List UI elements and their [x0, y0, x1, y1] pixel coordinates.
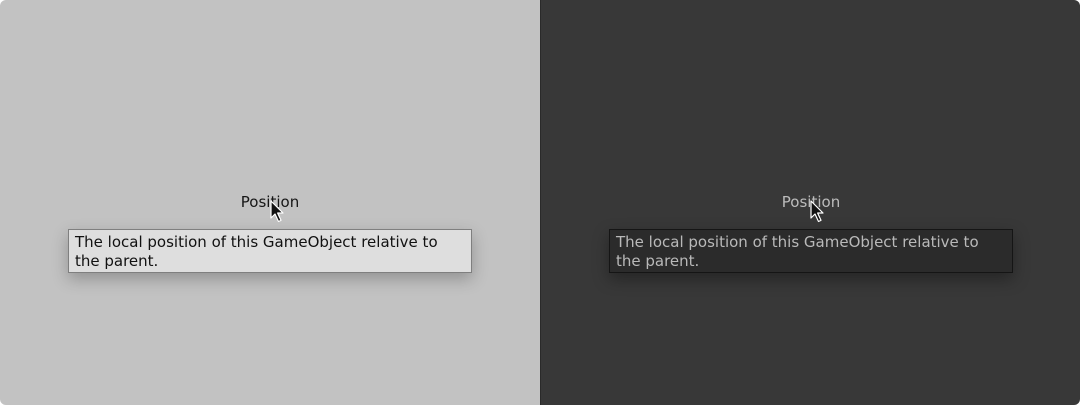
arrow-cursor-icon	[270, 200, 284, 223]
light-theme-panel: Position The local position of this Game…	[0, 0, 540, 405]
tooltip-text: The local position of this GameObject re…	[616, 233, 979, 270]
arrow-cursor-icon	[810, 200, 824, 223]
tooltip: The local position of this GameObject re…	[609, 229, 1013, 273]
dark-theme-panel: Position The local position of this Game…	[540, 0, 1080, 405]
theme-comparison: Position The local position of this Game…	[0, 0, 1080, 405]
tooltip-text: The local position of this GameObject re…	[75, 233, 438, 270]
tooltip: The local position of this GameObject re…	[68, 229, 472, 273]
